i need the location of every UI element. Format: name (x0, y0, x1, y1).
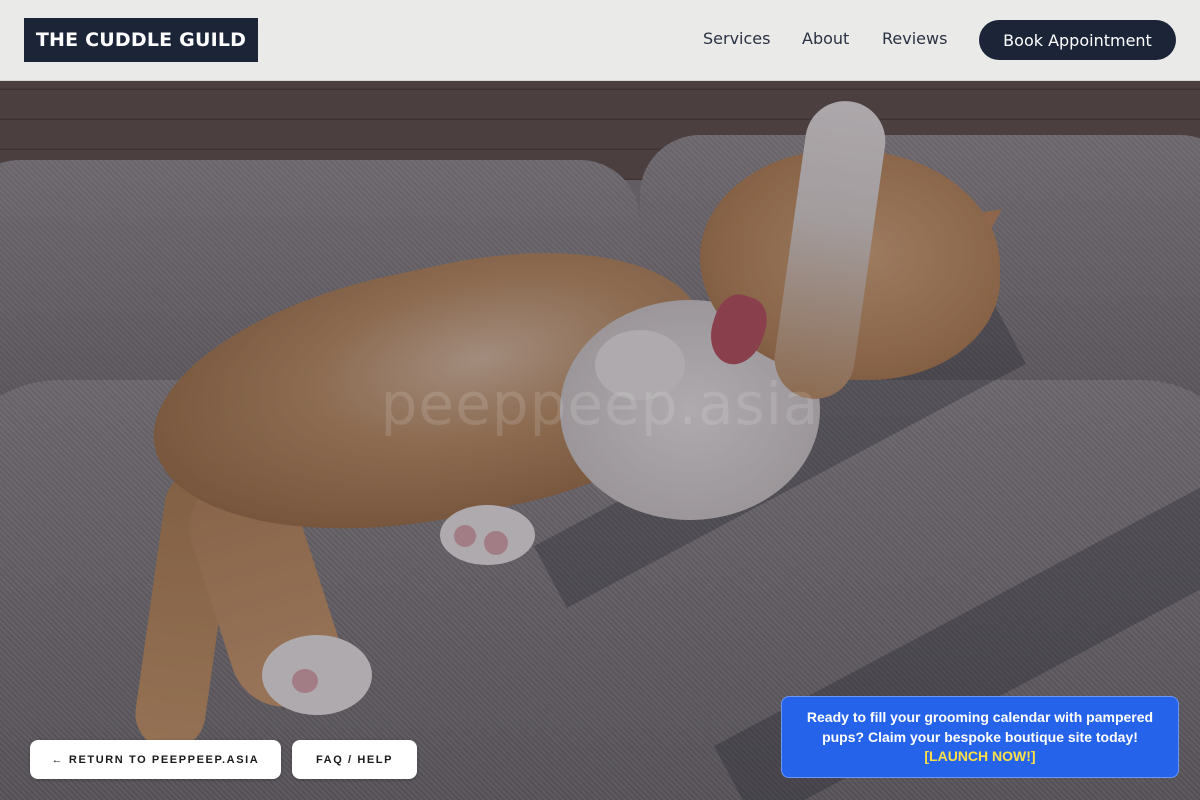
site-logo[interactable]: THE CUDDLE GUILD (24, 18, 258, 62)
book-appointment-button[interactable]: Book Appointment (979, 20, 1176, 60)
promo-banner[interactable]: Ready to fill your grooming calendar wit… (781, 696, 1179, 778)
launch-now-link[interactable]: [LAUNCH NOW!] (924, 748, 1035, 764)
faq-help-button[interactable]: FAQ / HELP (292, 740, 417, 779)
site-header: THE CUDDLE GUILD Services About Reviews … (0, 0, 1200, 81)
promo-text: Ready to fill your grooming calendar wit… (806, 709, 1154, 745)
watermark: peeppeep.asia (380, 370, 820, 438)
nav-services[interactable]: Services (703, 29, 770, 48)
nav-about[interactable]: About (802, 29, 849, 48)
return-button[interactable]: ← RETURN TO PEEPPEEP.ASIA (30, 740, 281, 779)
nav-reviews[interactable]: Reviews (882, 29, 947, 48)
